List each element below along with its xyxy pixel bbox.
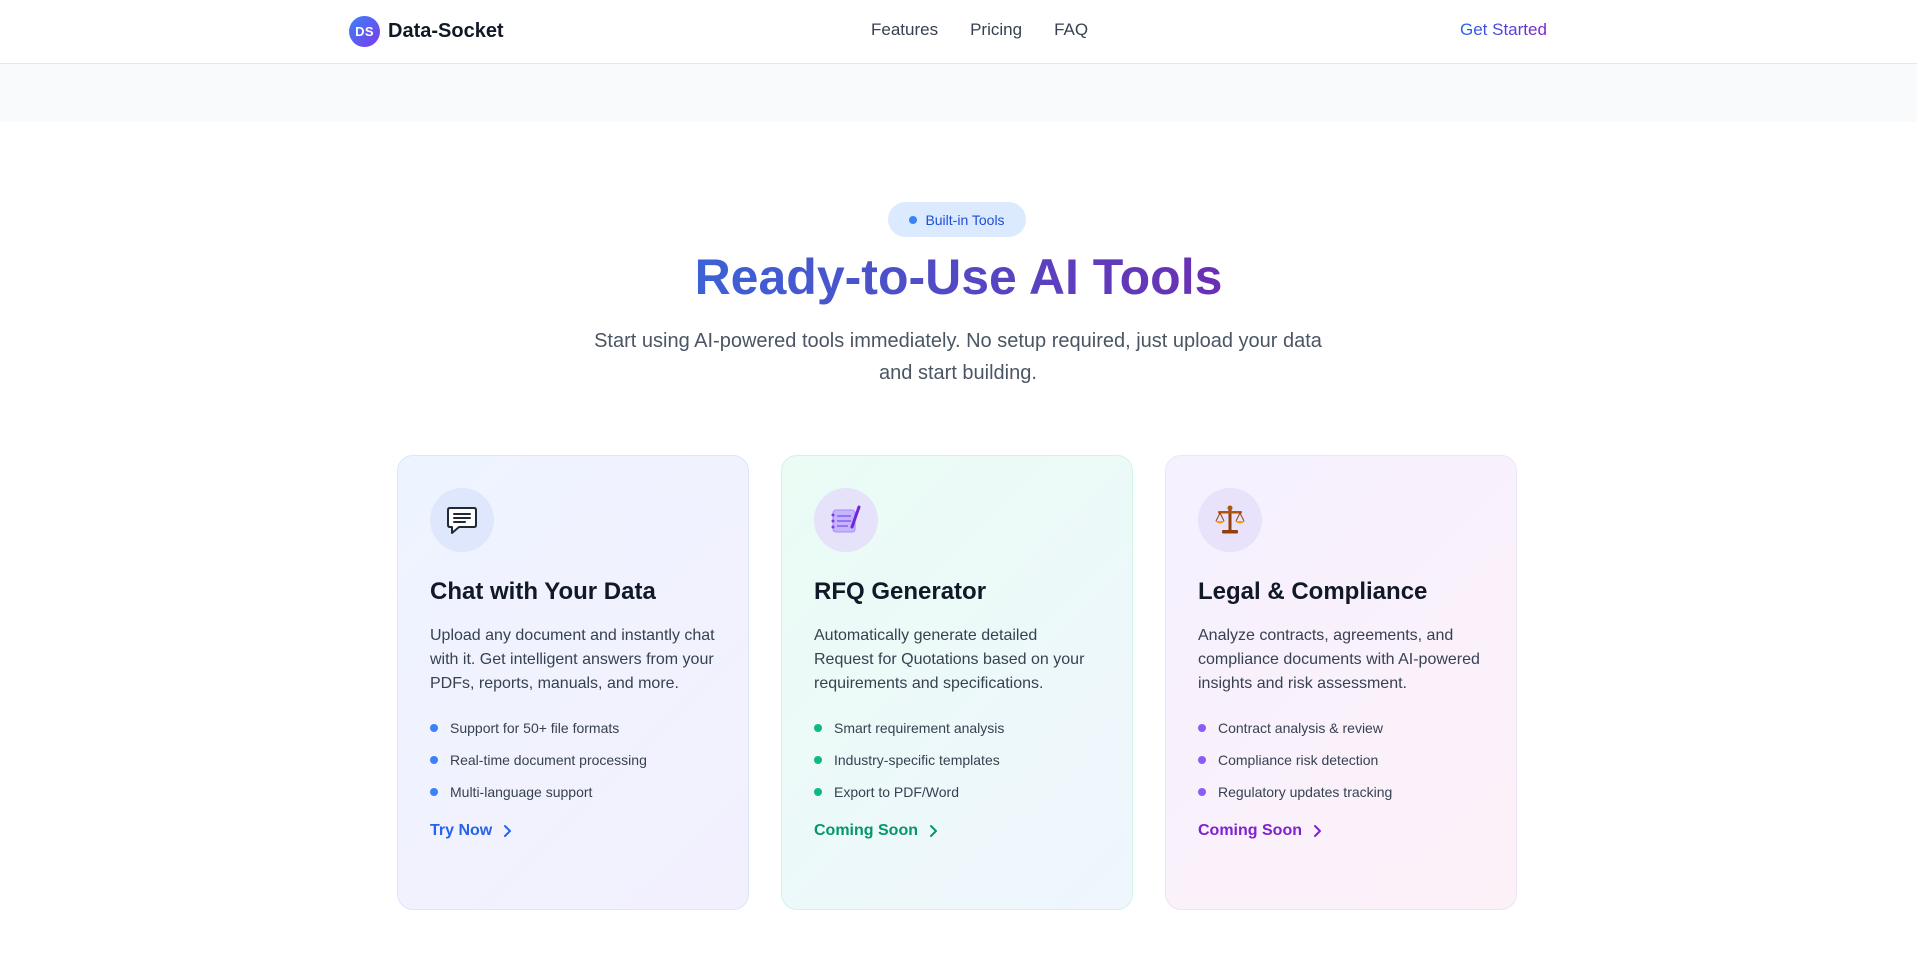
tool-card-title: Chat with Your Data xyxy=(430,578,656,605)
tool-card-title: Legal & Compliance xyxy=(1198,578,1428,605)
action-label: Coming Soon xyxy=(814,822,918,839)
feature-item: Regulatory updates tracking xyxy=(1198,776,1484,808)
tool-card-title: RFQ Generator xyxy=(814,578,987,605)
feature-item: Compliance risk detection xyxy=(1198,744,1484,776)
nav-link-pricing[interactable]: Pricing xyxy=(970,20,1022,40)
bullet-dot xyxy=(1198,724,1206,732)
section-title-text: Ready-to-Use AI Tools xyxy=(694,249,1223,305)
bullet-dot xyxy=(1198,756,1206,764)
brand-name: Data-Socket xyxy=(388,19,504,42)
top-navbar: DS Data-Socket Features Pricing FAQ Get … xyxy=(0,0,1917,64)
try-now-link[interactable]: Try Now xyxy=(430,822,512,840)
badge-dot xyxy=(909,215,918,224)
feature-item: Multi-language support xyxy=(430,776,716,808)
action-label: Try Now xyxy=(430,822,493,839)
section-subtitle: Start using AI-powered tools immediately… xyxy=(594,330,1322,384)
subheader-strip xyxy=(0,64,1917,122)
tool-card-chat: Chat with Your Data Upload any document … xyxy=(397,455,749,910)
bullet-dot xyxy=(814,788,822,796)
feature-list: Contract analysis & review Compliance ri… xyxy=(1198,712,1484,808)
bullet-dot xyxy=(430,756,438,764)
section-badge: Built-in Tools xyxy=(888,202,1026,237)
chevron-right-icon xyxy=(1313,825,1321,837)
nav-link-faq[interactable]: FAQ xyxy=(1054,20,1088,40)
tool-card-legal: Legal & Compliance Analyze contracts, ag… xyxy=(1165,455,1517,910)
chevron-right-icon xyxy=(504,825,512,837)
feature-text: Compliance risk detection xyxy=(1218,752,1379,768)
action-label: Coming Soon xyxy=(1198,822,1302,839)
bullet-dot xyxy=(814,756,822,764)
feature-text: Regulatory updates tracking xyxy=(1218,784,1393,800)
feature-item: Contract analysis & review xyxy=(1198,712,1484,744)
badge-label: Built-in Tools xyxy=(925,211,1005,228)
tool-icon-wrap xyxy=(814,488,878,552)
feature-text: Contract analysis & review xyxy=(1218,720,1383,736)
notepad-pencil-icon xyxy=(831,505,861,533)
tool-card-description: Upload any document and instantly chat w… xyxy=(430,627,715,692)
balance-scale-icon xyxy=(1215,505,1245,534)
feature-item: Support for 50+ file formats xyxy=(430,712,716,744)
brand-logo: DS xyxy=(349,15,380,47)
coming-soon-link-legal[interactable]: Coming Soon xyxy=(1198,822,1322,840)
get-started-link[interactable]: Get Started xyxy=(1460,20,1547,40)
tool-card-description: Automatically generate detailed Request … xyxy=(814,627,1085,692)
feature-item: Export to PDF/Word xyxy=(814,776,1100,808)
nav-links: Features Pricing FAQ xyxy=(871,20,1088,40)
feature-list: Smart requirement analysis Industry-spec… xyxy=(814,712,1100,808)
tool-icon-wrap xyxy=(1198,488,1262,552)
chat-bubble-icon xyxy=(447,507,477,534)
bullet-dot xyxy=(814,724,822,732)
feature-text: Export to PDF/Word xyxy=(834,784,960,800)
feature-text: Multi-language support xyxy=(450,784,593,800)
feature-item: Industry-specific templates xyxy=(814,744,1100,776)
tool-card-rfq: RFQ Generator Automatically generate det… xyxy=(781,455,1133,910)
tool-card-description: Analyze contracts, agreements, and compl… xyxy=(1198,627,1480,692)
bullet-dot xyxy=(1198,788,1206,796)
brand-link[interactable]: DS Data-Socket xyxy=(349,15,504,47)
feature-text: Support for 50+ file formats xyxy=(450,720,620,736)
section-title: Ready-to-Use AI Tools xyxy=(0,244,1917,310)
feature-text: Real-time document processing xyxy=(450,752,647,768)
feature-text: Smart requirement analysis xyxy=(834,720,1005,736)
bullet-dot xyxy=(430,724,438,732)
tool-icon-wrap xyxy=(430,488,494,552)
coming-soon-link-rfq[interactable]: Coming Soon xyxy=(814,822,938,840)
chevron-right-icon xyxy=(929,825,937,837)
bullet-dot xyxy=(430,788,438,796)
feature-list: Support for 50+ file formats Real-time d… xyxy=(430,712,716,808)
feature-item: Smart requirement analysis xyxy=(814,712,1100,744)
feature-text: Industry-specific templates xyxy=(834,752,1000,768)
feature-item: Real-time document processing xyxy=(430,744,716,776)
nav-link-features[interactable]: Features xyxy=(871,20,938,40)
